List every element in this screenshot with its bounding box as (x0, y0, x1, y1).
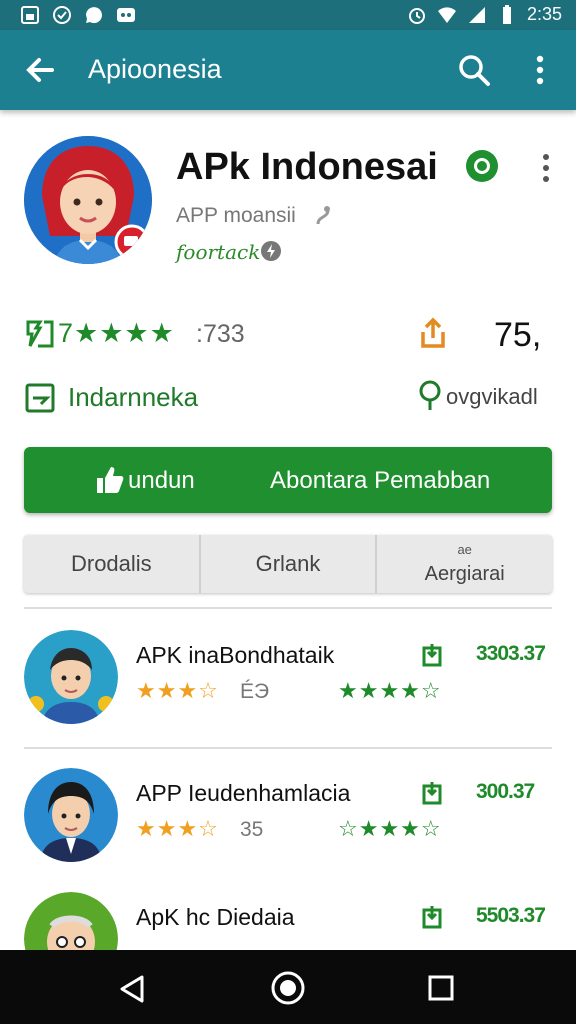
app-bar-title: Apioonesia (88, 54, 222, 84)
nav-back-icon[interactable] (118, 974, 146, 1004)
download-icon[interactable] (420, 780, 444, 806)
back-arrow-icon[interactable] (22, 52, 58, 88)
tab-aergiarai-sup: ae (457, 542, 472, 557)
avatar-illustration (24, 892, 118, 950)
list-item[interactable]: APP Ieudenhamlacia ★★★☆ 35 ☆★★★☆ 300.37 (0, 768, 576, 888)
avatar-illustration (24, 768, 118, 862)
battery-icon (502, 4, 511, 24)
wifi-icon (437, 6, 456, 23)
developer-name[interactable]: APP moansii (176, 204, 296, 228)
list-item-title: ApK hc Diedaia (136, 904, 295, 930)
list-item-rating: ★★★☆ (136, 816, 219, 841)
divider (24, 607, 552, 609)
list-item-value: 300.37 (476, 780, 535, 803)
share-icon[interactable] (418, 316, 448, 350)
system-nav-bar (0, 950, 576, 1024)
download-size: 75, (494, 316, 542, 354)
list-item-title: APK inaBondhataik (136, 642, 335, 668)
location-label: ovgvikadl (446, 384, 538, 409)
status-time: 2:35 (526, 4, 562, 24)
app-more-options-icon[interactable] (538, 152, 554, 184)
gallery-notification-icon (21, 6, 39, 24)
app-category[interactable]: foortack (176, 240, 260, 264)
app-header: APk Indonesai APP moansii foortack (0, 112, 576, 292)
avatar-illustration (24, 136, 152, 264)
download-icon[interactable] (420, 904, 444, 930)
app-avatar (24, 136, 152, 264)
search-icon[interactable] (456, 52, 492, 88)
status-bar: 2:35 (0, 0, 576, 30)
list-item[interactable]: APK inaBondhataik ★★★☆ ÉЭ ★★★★☆ 3303.37 (0, 630, 576, 750)
developer-badge-icon (316, 206, 330, 225)
download-icon[interactable] (420, 642, 444, 668)
messenger-notification-icon (53, 6, 71, 24)
more-options-icon[interactable] (530, 52, 550, 88)
app-bar: Apioonesia (0, 30, 576, 110)
alarm-icon (408, 7, 425, 24)
editors-choice-icon (26, 320, 54, 348)
app-title: APk Indonesai (176, 146, 438, 188)
chat-notification-icon (86, 7, 102, 24)
tab-details-label: Drodalis (70, 551, 152, 576)
content-rating-icon (25, 383, 55, 413)
list-item-avatar (24, 768, 118, 862)
list-item[interactable]: ApK hc Diedaia 5503.37 (0, 892, 576, 950)
list-item-rating-secondary: ☆★★★☆ (338, 816, 442, 841)
rating-stars: 7★★★★ (58, 318, 175, 348)
content-rating-label: Indarnneka (68, 382, 199, 412)
list-item-subtitle: ÉЭ (240, 680, 270, 703)
list-item-avatar (24, 630, 118, 724)
nav-recent-apps-icon[interactable] (428, 975, 454, 1001)
avatar-illustration (24, 630, 118, 724)
list-item-rating: ★★★☆ (136, 678, 219, 703)
list-item-subtitle: 35 (240, 818, 264, 841)
tab-aergiarai-label: Aergiarai (424, 563, 505, 585)
tab-grlank-label: Grlank (255, 551, 321, 576)
category-badge-icon (261, 241, 281, 261)
verified-badge-icon (466, 150, 498, 182)
tab-bar: Drodalis Grlank ae Aergiarai (24, 535, 552, 593)
install-button-label: undun (128, 467, 195, 494)
info-row: Indarnneka ovgvikadl (0, 374, 576, 420)
tab-aergiarai[interactable]: ae Aergiarai (375, 535, 552, 593)
signal-icon (468, 6, 485, 23)
list-item-value: 5503.37 (476, 904, 546, 927)
install-button-sub-label: Abontara Pemabban (270, 467, 491, 494)
location-pin-icon (419, 380, 441, 410)
list-item-title: APP Ieudenhamlacia (136, 780, 351, 806)
thumbs-up-icon (97, 467, 124, 493)
rating-count: :733 (196, 320, 245, 348)
list-item-avatar (24, 892, 118, 950)
stats-row: 7★★★★ :733 75, (0, 310, 576, 360)
list-item-value: 3303.37 (476, 642, 546, 665)
divider (24, 747, 552, 749)
install-button[interactable]: undun Abontara Pemabban (24, 447, 552, 513)
nav-home-icon[interactable] (270, 970, 306, 1006)
mail-notification-icon (117, 8, 135, 22)
tab-details[interactable]: Drodalis (24, 535, 199, 593)
tab-grlank[interactable]: Grlank (198, 535, 376, 593)
list-item-rating-secondary: ★★★★☆ (338, 678, 442, 703)
